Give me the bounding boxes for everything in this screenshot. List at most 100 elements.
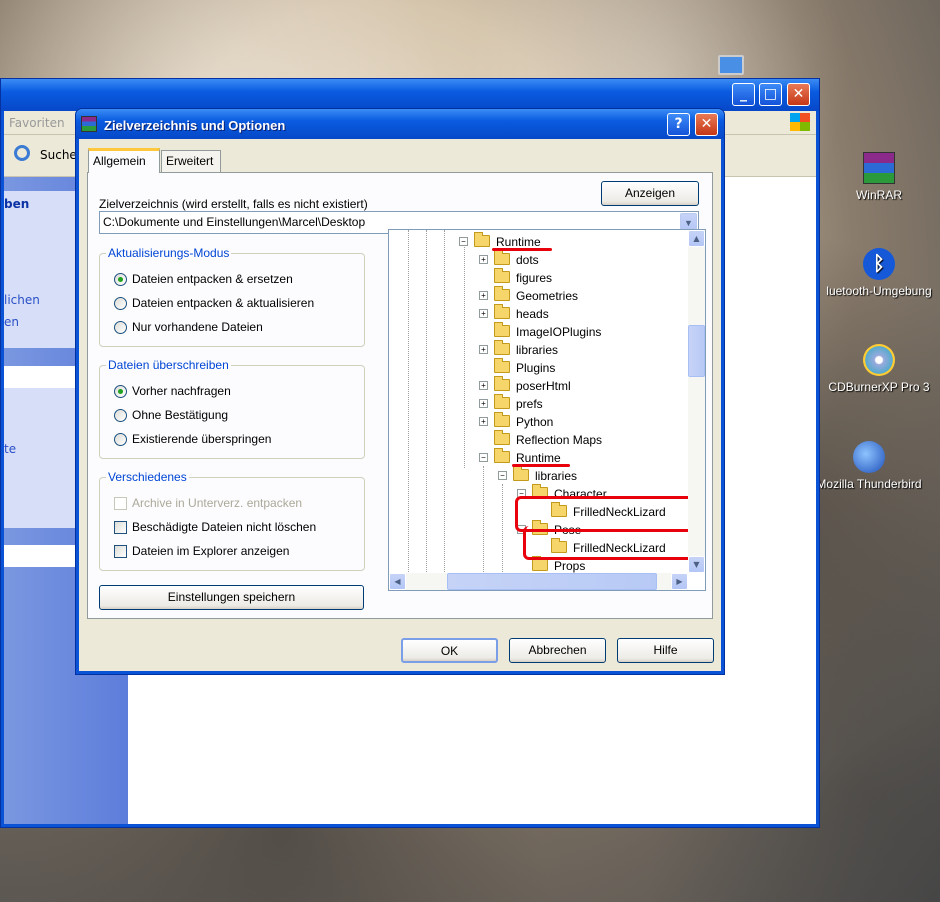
minimize-button[interactable]: _	[732, 83, 755, 106]
radio-ask-before[interactable]	[114, 385, 127, 398]
desktop-icon-bluetooth[interactable]: ᛒ luetooth-Umgebung	[804, 248, 940, 298]
radio-label: Existierende überspringen	[132, 432, 272, 446]
help-button[interactable]: Hilfe	[617, 638, 714, 663]
help-button-label: Hilfe	[653, 643, 678, 657]
tree-node-label: heads	[516, 307, 549, 321]
tree-horizontal-scrollbar[interactable]: ◀ ▶	[389, 573, 688, 590]
expand-icon[interactable]: +	[479, 417, 488, 426]
scroll-down-icon[interactable]: ▼	[688, 556, 705, 573]
folder-icon	[494, 358, 510, 373]
tree-node-label: dots	[516, 253, 539, 267]
collapse-icon[interactable]: −	[498, 471, 507, 480]
red-underline-annotation	[492, 248, 552, 251]
help-icon-button[interactable]: ?	[667, 113, 690, 136]
radio-skip-existing[interactable]	[114, 433, 127, 446]
folder-icon	[494, 268, 510, 283]
close-button[interactable]: ✕	[787, 83, 810, 106]
checkbox-keep-broken[interactable]	[114, 521, 127, 534]
radio-extract-update[interactable]	[114, 297, 127, 310]
tab-label: Allgemein	[93, 154, 146, 168]
tree-node-label: Geometries	[516, 289, 579, 303]
ok-button-label: OK	[440, 644, 459, 658]
desktop-icon-cdburner[interactable]: CDBurnerXP Pro 3	[804, 344, 940, 394]
expand-icon[interactable]: +	[479, 291, 488, 300]
maximize-button[interactable]: □	[759, 83, 782, 106]
tree-vertical-scrollbar[interactable]: ▲ ▼	[688, 230, 705, 573]
collapse-icon[interactable]: −	[459, 237, 468, 246]
tree-node-label: poserHtml	[516, 379, 571, 393]
radio-label: Ohne Bestätigung	[132, 408, 229, 422]
tree-node-label: libraries	[516, 343, 559, 357]
desktop-icon-winrar[interactable]: WinRAR	[804, 152, 940, 202]
folder-icon	[474, 232, 490, 247]
cancel-button[interactable]: Abbrechen	[509, 638, 606, 663]
winrar-icon	[863, 152, 895, 184]
thunderbird-icon	[853, 441, 885, 473]
target-folder-label: Zielverzeichnis (wird erstellt, falls es…	[99, 197, 368, 211]
scroll-up-icon[interactable]: ▲	[688, 230, 705, 247]
tab-panel-general: Zielverzeichnis (wird erstellt, falls es…	[87, 172, 713, 619]
tab-allgemein[interactable]: Allgemein	[88, 148, 160, 173]
misc-group: Verschiedenes Archive in Unterverz. entp…	[99, 470, 365, 571]
expand-icon[interactable]: +	[479, 309, 488, 318]
desktop-icon-label: Mozilla Thunderbird	[816, 477, 922, 491]
tree-node-label: Python	[516, 415, 554, 429]
expand-icon[interactable]: +	[479, 399, 488, 408]
scroll-left-icon[interactable]: ◀	[389, 573, 406, 590]
radio-no-confirm[interactable]	[114, 409, 127, 422]
checkbox-label: Beschädigte Dateien nicht löschen	[132, 520, 317, 534]
group-title: Dateien überschreiben	[106, 358, 231, 372]
tab-erweitert[interactable]: Erweitert	[161, 150, 221, 172]
overwrite-group: Dateien überschreiben Vorher nachfragen …	[99, 358, 365, 459]
radio-label: Dateien entpacken & ersetzen	[132, 272, 293, 286]
windows-logo-icon	[790, 113, 810, 131]
tree-node-label: ImageIOPlugins	[516, 325, 602, 339]
checkbox-label: Archive in Unterverz. entpacken	[132, 496, 303, 510]
folder-icon	[494, 448, 510, 463]
tree-node-label: prefs	[516, 397, 543, 411]
expand-icon[interactable]: +	[479, 345, 488, 354]
task-panel-header: ben	[4, 197, 30, 211]
task-link[interactable]: lichen	[4, 293, 40, 307]
folder-icon	[494, 322, 510, 337]
task-link[interactable]: te	[4, 442, 16, 456]
search-button[interactable]: Suche	[40, 148, 77, 162]
expand-icon[interactable]: +	[479, 381, 488, 390]
scroll-right-icon[interactable]: ▶	[671, 573, 688, 590]
show-button[interactable]: Anzeigen	[601, 181, 699, 206]
expand-icon[interactable]: +	[479, 255, 488, 264]
tree-node-label: libraries	[535, 469, 578, 483]
save-settings-label: Einstellungen speichern	[167, 590, 296, 604]
collapse-icon[interactable]: −	[479, 453, 488, 462]
show-button-label: Anzeigen	[624, 186, 676, 200]
ok-button[interactable]: OK	[401, 638, 498, 663]
menu-favoriten[interactable]: Favoriten	[9, 116, 65, 130]
tree-node-label: Reflection Maps	[516, 433, 603, 447]
scrollbar-thumb[interactable]	[688, 325, 705, 377]
red-box-annotation	[523, 526, 698, 560]
save-settings-button[interactable]: Einstellungen speichern	[99, 585, 364, 610]
radio-extract-replace[interactable]	[114, 273, 127, 286]
dialog-body: Allgemein Erweitert Zielverzeichnis (wir…	[79, 139, 721, 671]
radio-label: Dateien entpacken & aktualisieren	[132, 296, 315, 310]
tab-label: Erweitert	[166, 154, 214, 168]
checkbox-show-in-explorer[interactable]	[114, 545, 127, 558]
dialog-close-button[interactable]: ✕	[695, 113, 718, 136]
bluetooth-icon: ᛒ	[863, 248, 895, 280]
checkbox-label: Dateien im Explorer anzeigen	[132, 544, 290, 558]
folder-icon	[494, 412, 510, 427]
winrar-icon	[81, 116, 97, 132]
folder-icon	[494, 340, 510, 355]
cancel-button-label: Abbrechen	[528, 643, 587, 657]
folder-icon	[532, 556, 548, 571]
tree-node-label: Runtime	[516, 451, 561, 465]
scrollbar-thumb[interactable]	[447, 573, 657, 590]
tree-node-label: Runtime	[496, 235, 541, 249]
folder-icon	[513, 466, 529, 481]
folder-tree[interactable]: − Runtime + dots figures + Geometries + head…	[388, 229, 706, 591]
radio-label: Vorher nachfragen	[132, 384, 231, 398]
group-title: Verschiedenes	[106, 470, 189, 484]
radio-label: Nur vorhandene Dateien	[132, 320, 263, 334]
task-link[interactable]: en	[4, 315, 19, 329]
radio-existing-only[interactable]	[114, 321, 127, 334]
